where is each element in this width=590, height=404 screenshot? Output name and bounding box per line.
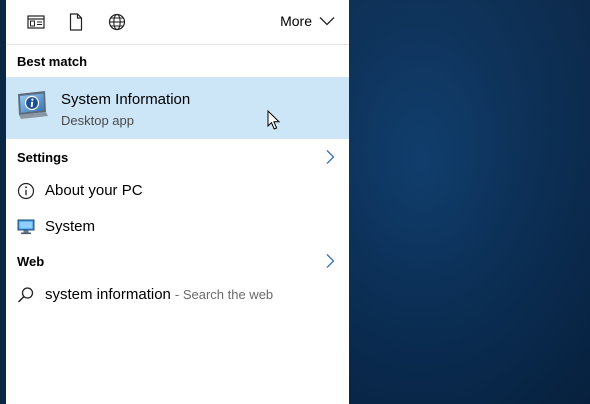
chevron-right-icon	[325, 149, 335, 170]
system-label: System	[45, 218, 96, 235]
search-icon	[17, 286, 35, 304]
mouse-pointer-icon	[267, 109, 281, 131]
document-icon[interactable]	[66, 12, 86, 32]
more-label: More	[280, 13, 312, 29]
best-match-subtitle: Desktop app	[61, 113, 134, 128]
about-your-pc-label: About your PC	[45, 182, 143, 199]
best-match-header: Best match	[17, 54, 88, 69]
chevron-right-icon	[325, 253, 335, 274]
chevron-down-icon	[319, 13, 335, 29]
apps-filter-icon[interactable]	[26, 12, 46, 32]
globe-icon[interactable]	[107, 12, 127, 32]
web-group-header[interactable]: Web	[6, 250, 349, 274]
system-information-icon	[15, 88, 51, 124]
settings-item-system[interactable]: System	[6, 210, 349, 244]
filter-toolbar: More	[6, 0, 349, 45]
web-header: Web	[17, 254, 45, 269]
more-dropdown-button[interactable]: More	[280, 13, 335, 29]
settings-group-header[interactable]: Settings	[6, 146, 349, 170]
web-search-suffix: - Search the web	[174, 287, 274, 302]
monitor-icon	[17, 218, 35, 236]
web-query: system information	[45, 286, 171, 303]
info-circle-icon	[17, 182, 35, 200]
best-match-title: System Information	[61, 91, 191, 108]
search-results-panel: More Best match System Information Deskt…	[6, 0, 349, 404]
best-match-result-system-information[interactable]: System Information Desktop app	[6, 77, 349, 139]
settings-header: Settings	[17, 150, 69, 165]
desktop-background	[349, 0, 590, 404]
web-search-suggestion[interactable]: system information - Search the web	[6, 278, 349, 312]
settings-item-about-your-pc[interactable]: About your PC	[6, 174, 349, 208]
web-search-query-text: system information - Search the web	[45, 286, 273, 303]
